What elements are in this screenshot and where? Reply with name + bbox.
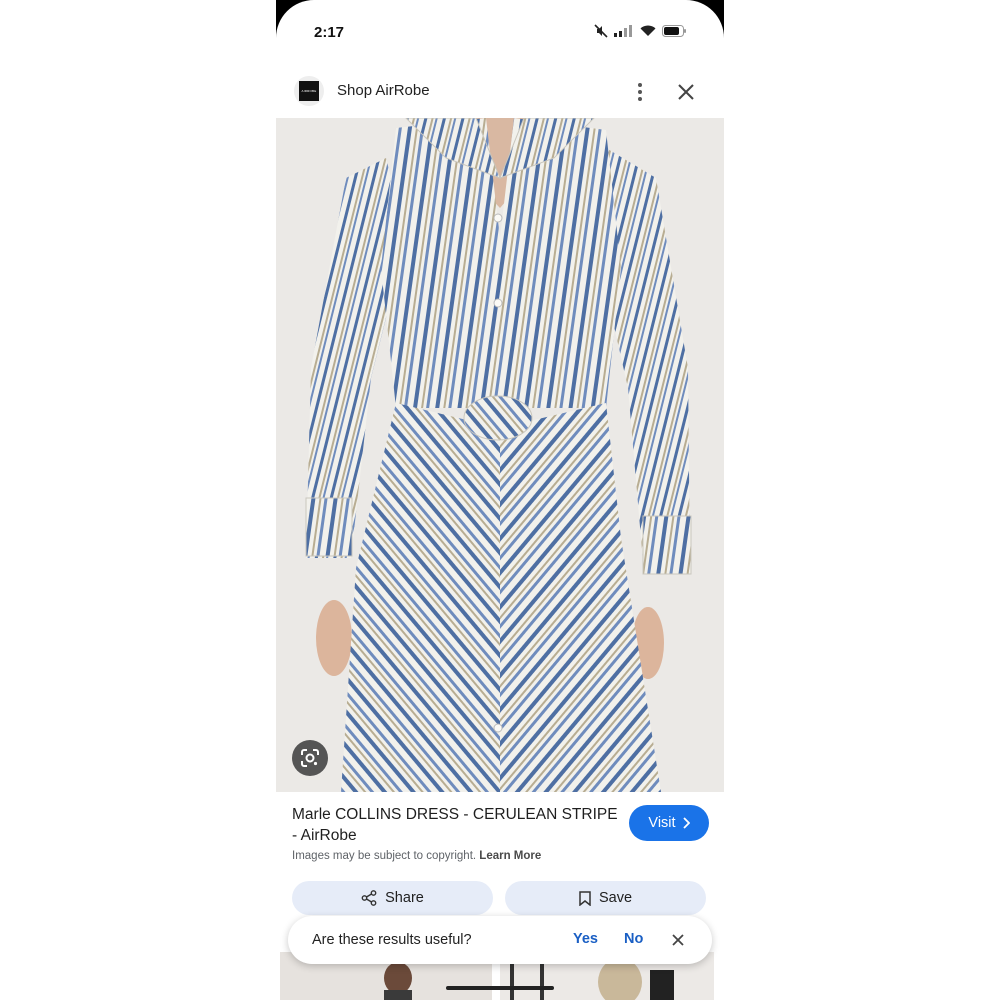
save-button[interactable]: Save — [505, 881, 706, 915]
save-label: Save — [598, 890, 633, 906]
product-image[interactable] — [276, 118, 724, 792]
feedback-no-button[interactable]: No — [624, 931, 643, 947]
feedback-yes-button[interactable]: Yes — [573, 931, 598, 947]
visit-button[interactable]: Visit — [629, 805, 709, 841]
status-icons — [594, 24, 686, 38]
signal-icon — [614, 25, 632, 37]
share-button[interactable]: Share — [292, 881, 493, 915]
copyright-notice: Images may be subject to copyright. Lear… — [292, 850, 541, 862]
site-logo-text: AIRROBE — [301, 89, 317, 93]
site-logo-mark: AIRROBE — [299, 81, 319, 101]
share-icon — [361, 890, 377, 906]
mute-icon — [594, 24, 608, 38]
wifi-icon — [640, 25, 656, 36]
bookmark-icon — [579, 890, 591, 906]
status-bar: 2:17 — [276, 0, 724, 64]
learn-more-link[interactable]: Learn More — [479, 850, 541, 862]
striped-dress-illustration — [305, 118, 692, 792]
site-name[interactable]: Shop AirRobe — [337, 82, 430, 99]
more-vert-icon[interactable] — [632, 80, 648, 104]
feedback-bar: Are these results useful? Yes No — [288, 916, 712, 964]
feedback-close-icon[interactable] — [671, 933, 685, 947]
copyright-text: Images may be subject to copyright. — [292, 850, 477, 862]
lens-button[interactable] — [292, 740, 328, 776]
result-header: AIRROBE Shop AirRobe — [276, 72, 724, 112]
feedback-question: Are these results useful? — [312, 932, 472, 948]
visit-label: Visit — [648, 815, 676, 831]
result-title[interactable]: Marle COLLINS DRESS - CERULEAN STRIPE - … — [292, 804, 622, 846]
status-time: 2:17 — [314, 24, 345, 41]
google-lens-icon — [301, 749, 319, 767]
chevron-right-icon — [682, 817, 690, 829]
site-logo[interactable]: AIRROBE — [294, 76, 324, 106]
battery-icon — [662, 25, 686, 37]
share-label: Share — [385, 890, 424, 906]
action-buttons: Share Save — [292, 881, 708, 917]
phone-screen: 2:17 AIRROBE Shop AirRobe Marle COLLINS … — [276, 0, 724, 1000]
home-indicator[interactable] — [446, 986, 554, 990]
close-icon[interactable] — [676, 82, 696, 102]
